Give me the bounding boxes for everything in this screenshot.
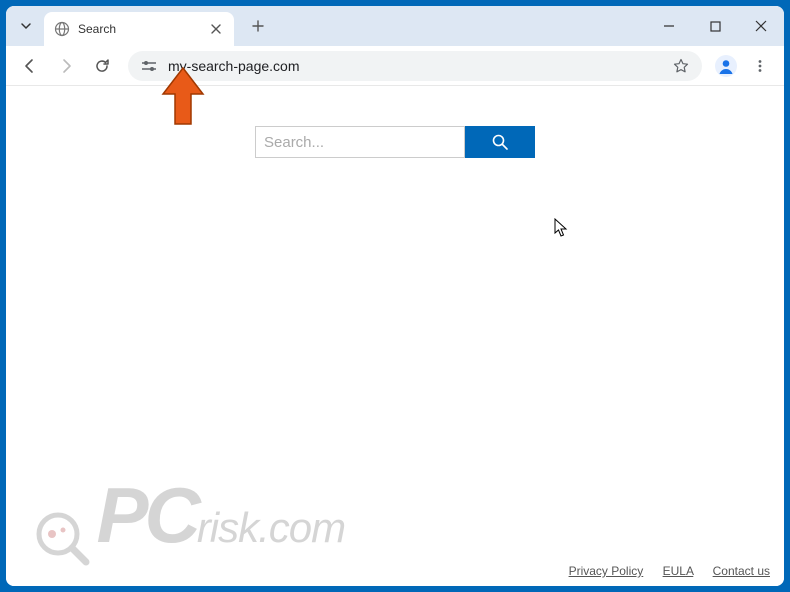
url-text: my-search-page.com [168,58,670,74]
watermark-risk: risk.com [197,504,345,551]
address-bar[interactable]: my-search-page.com [128,51,702,81]
tab-close-button[interactable] [208,21,224,37]
tabs-dropdown-button[interactable] [12,12,40,40]
reload-icon [94,58,110,74]
search-form [255,126,535,158]
page-content: Privacy Policy EULA Contact us PCrisk.co… [6,86,784,586]
window-controls [646,6,784,46]
toolbar: my-search-page.com [6,46,784,86]
search-icon [491,133,509,151]
profile-icon [715,55,737,77]
privacy-link[interactable]: Privacy Policy [569,564,644,578]
minimize-icon [663,20,675,32]
arrow-left-icon [22,58,38,74]
reload-button[interactable] [86,50,118,82]
watermark: PCrisk.com [32,470,345,568]
globe-icon [54,21,70,37]
arrow-right-icon [58,58,74,74]
maximize-button[interactable] [692,6,738,46]
magnifier-icon [32,508,92,568]
close-icon [211,24,221,34]
minimize-button[interactable] [646,6,692,46]
browser-tab[interactable]: Search [44,12,234,46]
browser-window: Search [6,6,784,586]
plus-icon [252,20,264,32]
eula-link[interactable]: EULA [663,564,694,578]
back-button[interactable] [14,50,46,82]
tab-title: Search [78,22,208,36]
close-icon [755,20,767,32]
watermark-pc: PC [96,471,196,559]
menu-dots-icon [753,59,767,73]
profile-button[interactable] [712,52,740,80]
bookmark-button[interactable] [670,55,692,77]
chevron-down-icon [20,20,32,32]
footer-links: Privacy Policy EULA Contact us [569,564,770,578]
search-button[interactable] [465,126,535,158]
contact-link[interactable]: Contact us [713,564,770,578]
star-icon [673,58,689,74]
forward-button[interactable] [50,50,82,82]
window-close-button[interactable] [738,6,784,46]
site-settings-button[interactable] [138,55,160,77]
new-tab-button[interactable] [244,12,272,40]
search-input[interactable] [255,126,465,158]
menu-button[interactable] [744,50,776,82]
site-settings-icon [140,59,158,73]
title-bar: Search [6,6,784,46]
maximize-icon [710,21,721,32]
